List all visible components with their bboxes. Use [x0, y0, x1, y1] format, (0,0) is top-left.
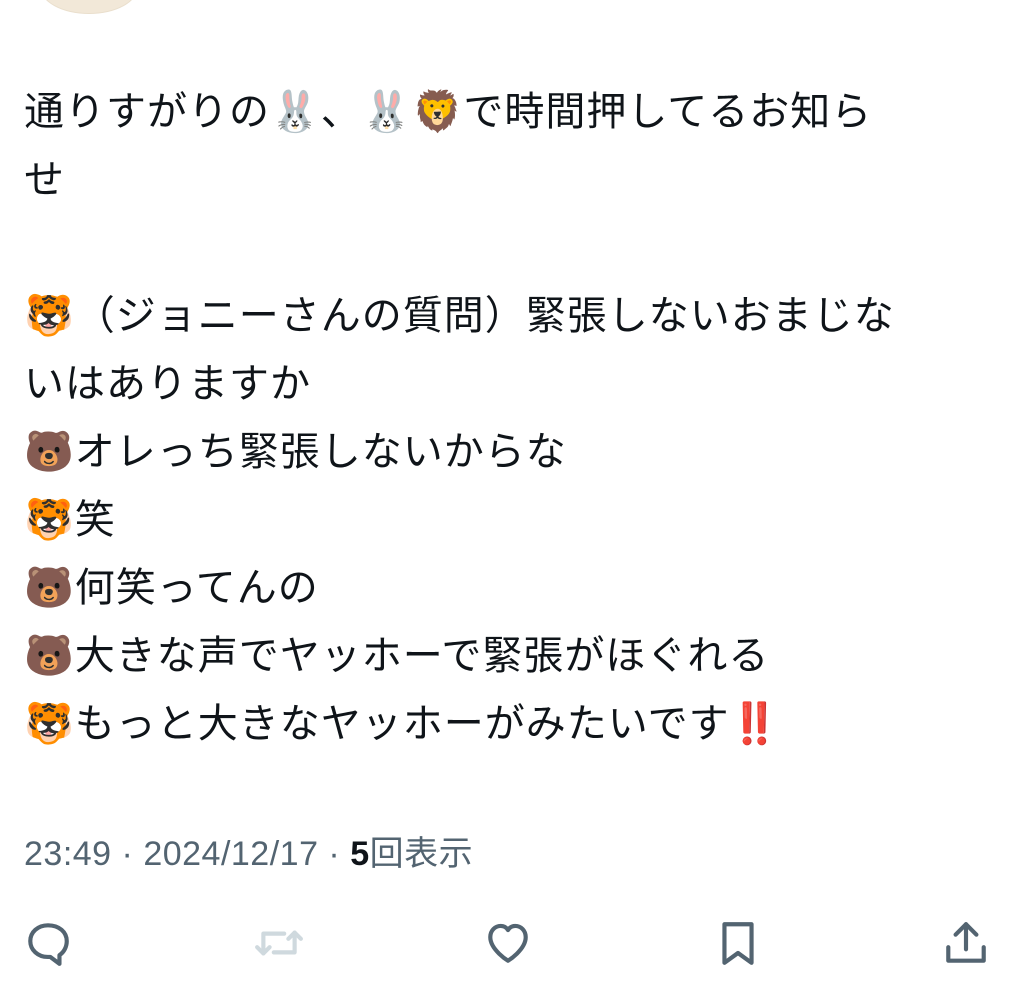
avatar[interactable]	[40, 0, 138, 14]
bookmark-button[interactable]	[708, 908, 768, 978]
tweet-time[interactable]: 23:49	[24, 835, 112, 873]
tweet-meta: 23:49 · 2024/12/17 · 5回表示	[24, 830, 473, 878]
tweet-actions	[0, 908, 1024, 978]
tweet-line: せ	[24, 157, 65, 203]
share-button[interactable]	[936, 908, 996, 978]
tweet-date[interactable]: 2024/12/17	[143, 835, 318, 873]
meta-separator: ·	[318, 835, 351, 873]
tweet-line: いはありますか	[24, 361, 311, 407]
tweet-line: 🐻オレっち緊張しないからな	[24, 429, 567, 475]
tweet-line: 🐯笑	[24, 497, 116, 543]
views-label: 回表示	[369, 834, 474, 874]
retweet-icon	[255, 930, 303, 956]
tweet-text: 通りすがりの🐰、🐰🦁で時間押してるお知ら せ 🐯（ジョニーさんの質問）緊張しない…	[24, 78, 984, 758]
reply-icon	[28, 923, 69, 966]
tweet-line: 🐯もっと大きなヤッホーがみたいです‼️	[24, 701, 781, 747]
reply-button[interactable]	[18, 908, 78, 978]
like-button[interactable]	[478, 908, 538, 978]
tweet-line: 🐯（ジョニーさんの質問）緊張しないおまじな	[24, 293, 895, 339]
tweet-line: 🐻何笑ってんの	[24, 565, 319, 611]
tweet-line: 🐻大きな声でヤッホーで緊張がほぐれる	[24, 633, 770, 679]
meta-separator: ·	[111, 835, 144, 873]
retweet-button[interactable]	[249, 908, 309, 978]
tweet-line: 通りすがりの🐰、🐰🦁で時間押してるお知ら	[24, 89, 873, 135]
views-count: 5	[350, 835, 370, 873]
share-icon	[946, 922, 986, 963]
heart-icon	[488, 923, 528, 963]
bookmark-icon	[722, 922, 754, 965]
